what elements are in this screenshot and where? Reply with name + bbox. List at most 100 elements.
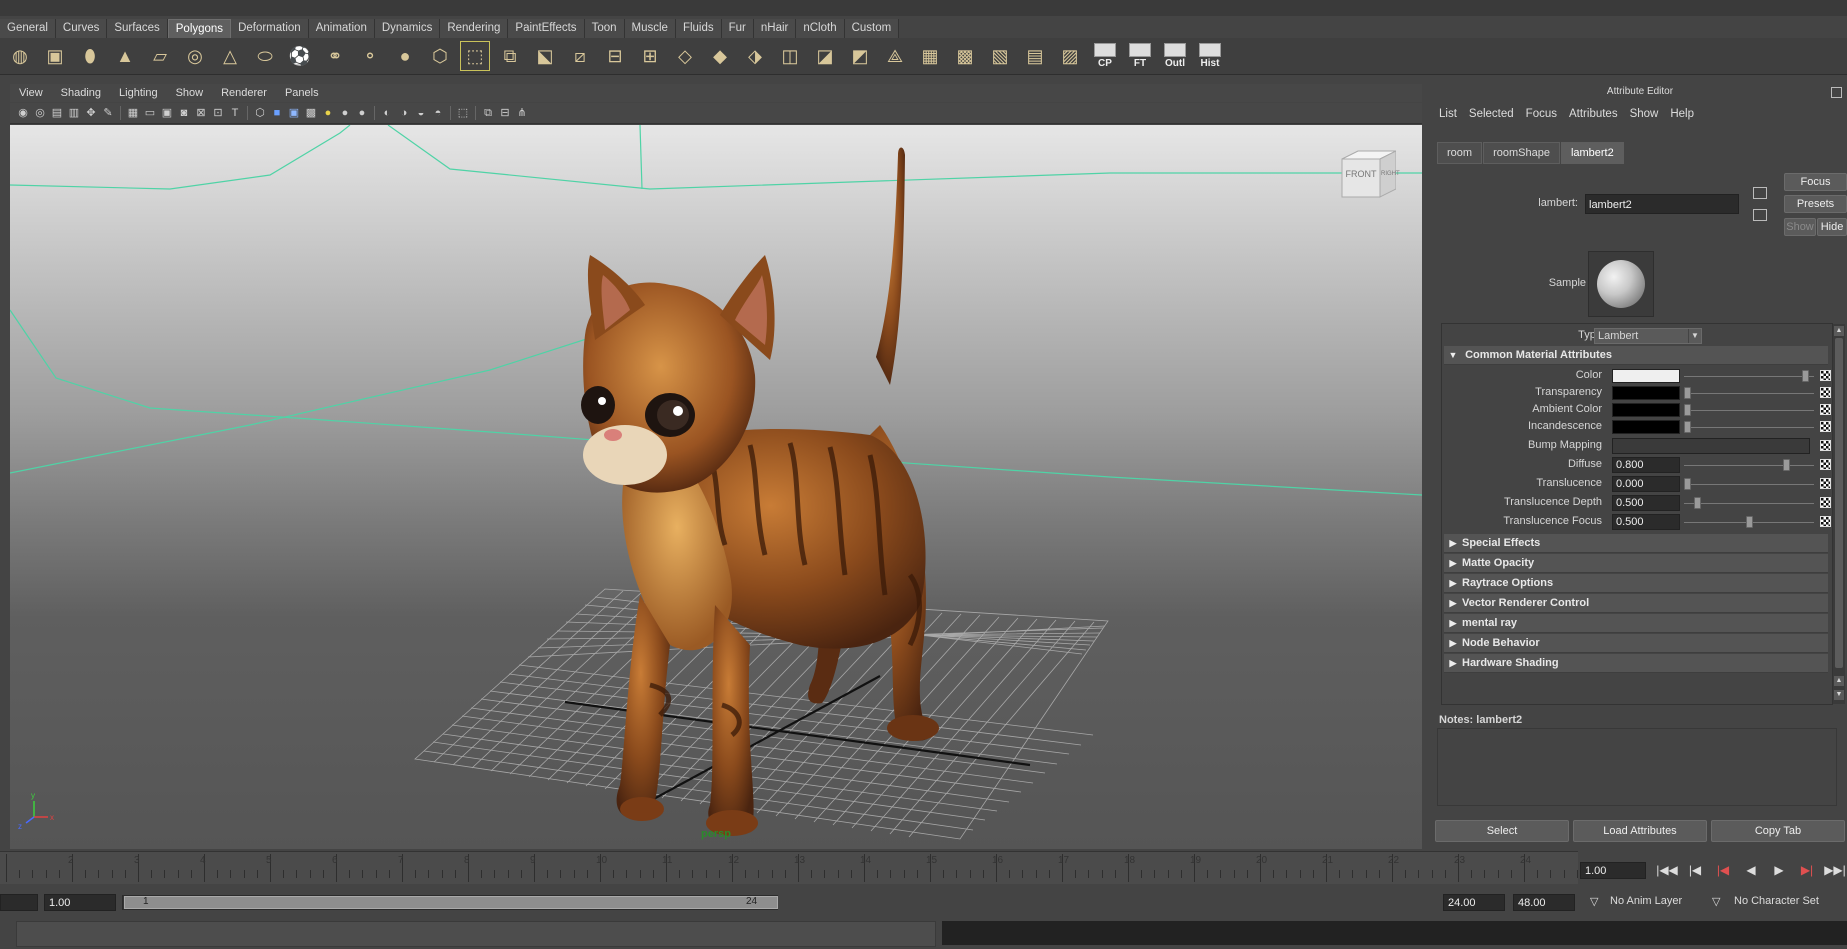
shelf-tab-curves[interactable]: Curves xyxy=(55,19,108,38)
float-panel-icon[interactable] xyxy=(1831,87,1842,98)
attr-value-field[interactable]: 0.500 xyxy=(1612,495,1680,511)
grid-icon[interactable]: ▦ xyxy=(126,106,140,120)
section-raytrace-options[interactable]: ▶ Raytrace Options xyxy=(1444,574,1828,593)
viewport-persp[interactable]: y x z FRONT RIGHT persp xyxy=(10,125,1422,849)
sculpt-icon[interactable]: ⟁ xyxy=(881,42,909,70)
frame-all-icon[interactable]: ⧉ xyxy=(481,106,495,120)
map-button-icon[interactable] xyxy=(1820,404,1831,415)
safe-action-icon[interactable]: ⊡ xyxy=(211,106,225,120)
range-placeholder-field[interactable] xyxy=(0,894,38,911)
attr-slider-thumb[interactable] xyxy=(1693,497,1701,509)
shelf-tab-ncloth[interactable]: nCloth xyxy=(796,19,845,38)
step-back-icon[interactable]: |◀ xyxy=(1684,861,1706,879)
map-button-icon[interactable] xyxy=(1820,497,1831,508)
merge-vertices-icon[interactable]: ⬗ xyxy=(741,42,769,70)
command-input[interactable] xyxy=(16,921,936,947)
platonic-icon[interactable]: ⬡ xyxy=(426,42,454,70)
poly-torus-icon[interactable]: ◎ xyxy=(181,42,209,70)
insert-edge-loop-icon[interactable]: ⊟ xyxy=(601,42,629,70)
poly-soccer-ball-icon[interactable]: ⚽ xyxy=(286,42,314,70)
wedge-face-icon[interactable]: ◆ xyxy=(706,42,734,70)
poly-plane-icon[interactable]: ▱ xyxy=(146,42,174,70)
attr-slider-thumb[interactable] xyxy=(1746,516,1753,528)
smooth-shade-icon[interactable]: ■ xyxy=(270,106,284,120)
view-cube[interactable]: FRONT RIGHT xyxy=(1336,149,1400,201)
color-swatch[interactable] xyxy=(1612,420,1680,434)
attr-slider-thumb[interactable] xyxy=(1684,387,1691,399)
viewport-menu-panels[interactable]: Panels xyxy=(276,87,328,99)
gate-mask-icon[interactable]: ◙ xyxy=(177,106,191,120)
poly-pyramid-icon[interactable]: △ xyxy=(216,42,244,70)
smooth-icon[interactable]: ● xyxy=(391,42,419,70)
ae-menu-show[interactable]: Show xyxy=(1624,108,1665,126)
scroll-up-icon[interactable]: ▲ xyxy=(1834,326,1844,336)
poly-sphere-icon[interactable]: ◍ xyxy=(6,42,34,70)
use-all-lights-icon[interactable]: ● xyxy=(321,106,335,120)
spherical-map-icon[interactable]: ▧ xyxy=(986,42,1014,70)
poke-face-icon[interactable]: ◇ xyxy=(671,42,699,70)
shelf-tab-dynamics[interactable]: Dynamics xyxy=(374,19,441,38)
focus-button[interactable]: Focus xyxy=(1784,173,1847,191)
viewport-menu-view[interactable]: View xyxy=(10,87,52,99)
poly-cone-icon[interactable]: ▲ xyxy=(111,42,139,70)
scroll-up-icon[interactable]: ▲ xyxy=(1834,676,1844,686)
camera-attributes-icon[interactable]: ◎ xyxy=(33,106,47,120)
presets-button[interactable]: Presets xyxy=(1784,195,1847,213)
poly-cylinder-icon[interactable]: ⬮ xyxy=(76,42,104,70)
select-button[interactable]: Select xyxy=(1435,820,1569,842)
combine-icon[interactable]: ⚭ xyxy=(321,42,349,70)
append-polygon-icon[interactable]: ⬕ xyxy=(531,42,559,70)
attr-slider-thumb[interactable] xyxy=(1684,478,1691,490)
extrude-icon[interactable]: ⬚ xyxy=(460,41,490,71)
current-frame-field[interactable]: 1.00 xyxy=(1580,862,1646,879)
shelf-tab-nhair[interactable]: nHair xyxy=(753,19,797,38)
shelf-tab-toon[interactable]: Toon xyxy=(584,19,625,38)
character-set-dropdown[interactable]: No Character Set xyxy=(1734,895,1819,907)
viewport-menu-show[interactable]: Show xyxy=(167,87,213,99)
load-attributes-button[interactable]: Load Attributes xyxy=(1573,820,1707,842)
bookmark-icon[interactable]: ▤ xyxy=(50,106,64,120)
map-button-icon[interactable] xyxy=(1820,440,1831,451)
go-to-start-icon[interactable]: |◀◀ xyxy=(1656,861,1678,879)
xray-components-icon[interactable]: ◓ xyxy=(431,106,445,120)
cylindrical-map-icon[interactable]: ▩ xyxy=(951,42,979,70)
range-slider-handle[interactable] xyxy=(124,896,778,909)
map-button-icon[interactable] xyxy=(1820,478,1831,489)
output-connection-icon[interactable] xyxy=(1753,209,1767,221)
wireframe-on-shaded-icon[interactable]: ▣ xyxy=(287,106,301,120)
automatic-map-icon[interactable]: ▤ xyxy=(1021,42,1049,70)
isolate-select-icon[interactable]: ◐ xyxy=(380,106,394,120)
shelf-tab-muscle[interactable]: Muscle xyxy=(624,19,676,38)
step-forward-key-icon[interactable]: ▶| xyxy=(1796,861,1818,879)
color-swatch[interactable] xyxy=(1612,369,1680,383)
playback-end-field[interactable]: 48.00 xyxy=(1513,894,1575,911)
share-icon[interactable]: ⋔ xyxy=(515,106,529,120)
shadows-icon[interactable]: ● xyxy=(338,106,352,120)
color-swatch[interactable] xyxy=(1612,386,1680,400)
viewport-menu-lighting[interactable]: Lighting xyxy=(110,87,167,99)
tab-roomshape[interactable]: roomShape xyxy=(1483,142,1560,164)
attribute-scrollbar[interactable]: ▲ ▲ ▼ xyxy=(1833,324,1845,704)
resolution-gate-icon[interactable]: ▣ xyxy=(160,106,174,120)
viewport-menu-renderer[interactable]: Renderer xyxy=(212,87,276,99)
map-button-icon[interactable] xyxy=(1820,516,1831,527)
shelf-tab-custom[interactable]: Custom xyxy=(844,19,900,38)
scroll-down-icon[interactable]: ▼ xyxy=(1834,690,1844,700)
poly-pipe-icon[interactable]: ⬭ xyxy=(251,42,279,70)
map-button-icon[interactable] xyxy=(1820,370,1831,381)
character-set-chevron-icon[interactable]: ▽ xyxy=(1712,895,1720,908)
end-time-field[interactable]: 24.00 xyxy=(1443,894,1505,911)
section-special-effects[interactable]: ▶ Special Effects xyxy=(1444,534,1828,553)
duplicate-face-icon[interactable]: ◫ xyxy=(776,42,804,70)
ae-menu-selected[interactable]: Selected xyxy=(1463,108,1520,126)
grease-pencil-icon[interactable]: ✎ xyxy=(101,106,115,120)
attr-slider-thumb[interactable] xyxy=(1783,459,1791,471)
shelf-outl-icon[interactable]: Outl xyxy=(1161,42,1189,70)
xray-joints-icon[interactable]: ◒ xyxy=(414,106,428,120)
split-polygon-icon[interactable]: ⧄ xyxy=(566,42,594,70)
shelf-tab-deformation[interactable]: Deformation xyxy=(231,19,309,38)
shelf-tab-polygons[interactable]: Polygons xyxy=(167,19,232,38)
wireframe-icon[interactable]: ⬡ xyxy=(253,106,267,120)
image-plane-icon[interactable]: ▥ xyxy=(67,106,81,120)
planar-map-icon[interactable]: ▦ xyxy=(916,42,944,70)
